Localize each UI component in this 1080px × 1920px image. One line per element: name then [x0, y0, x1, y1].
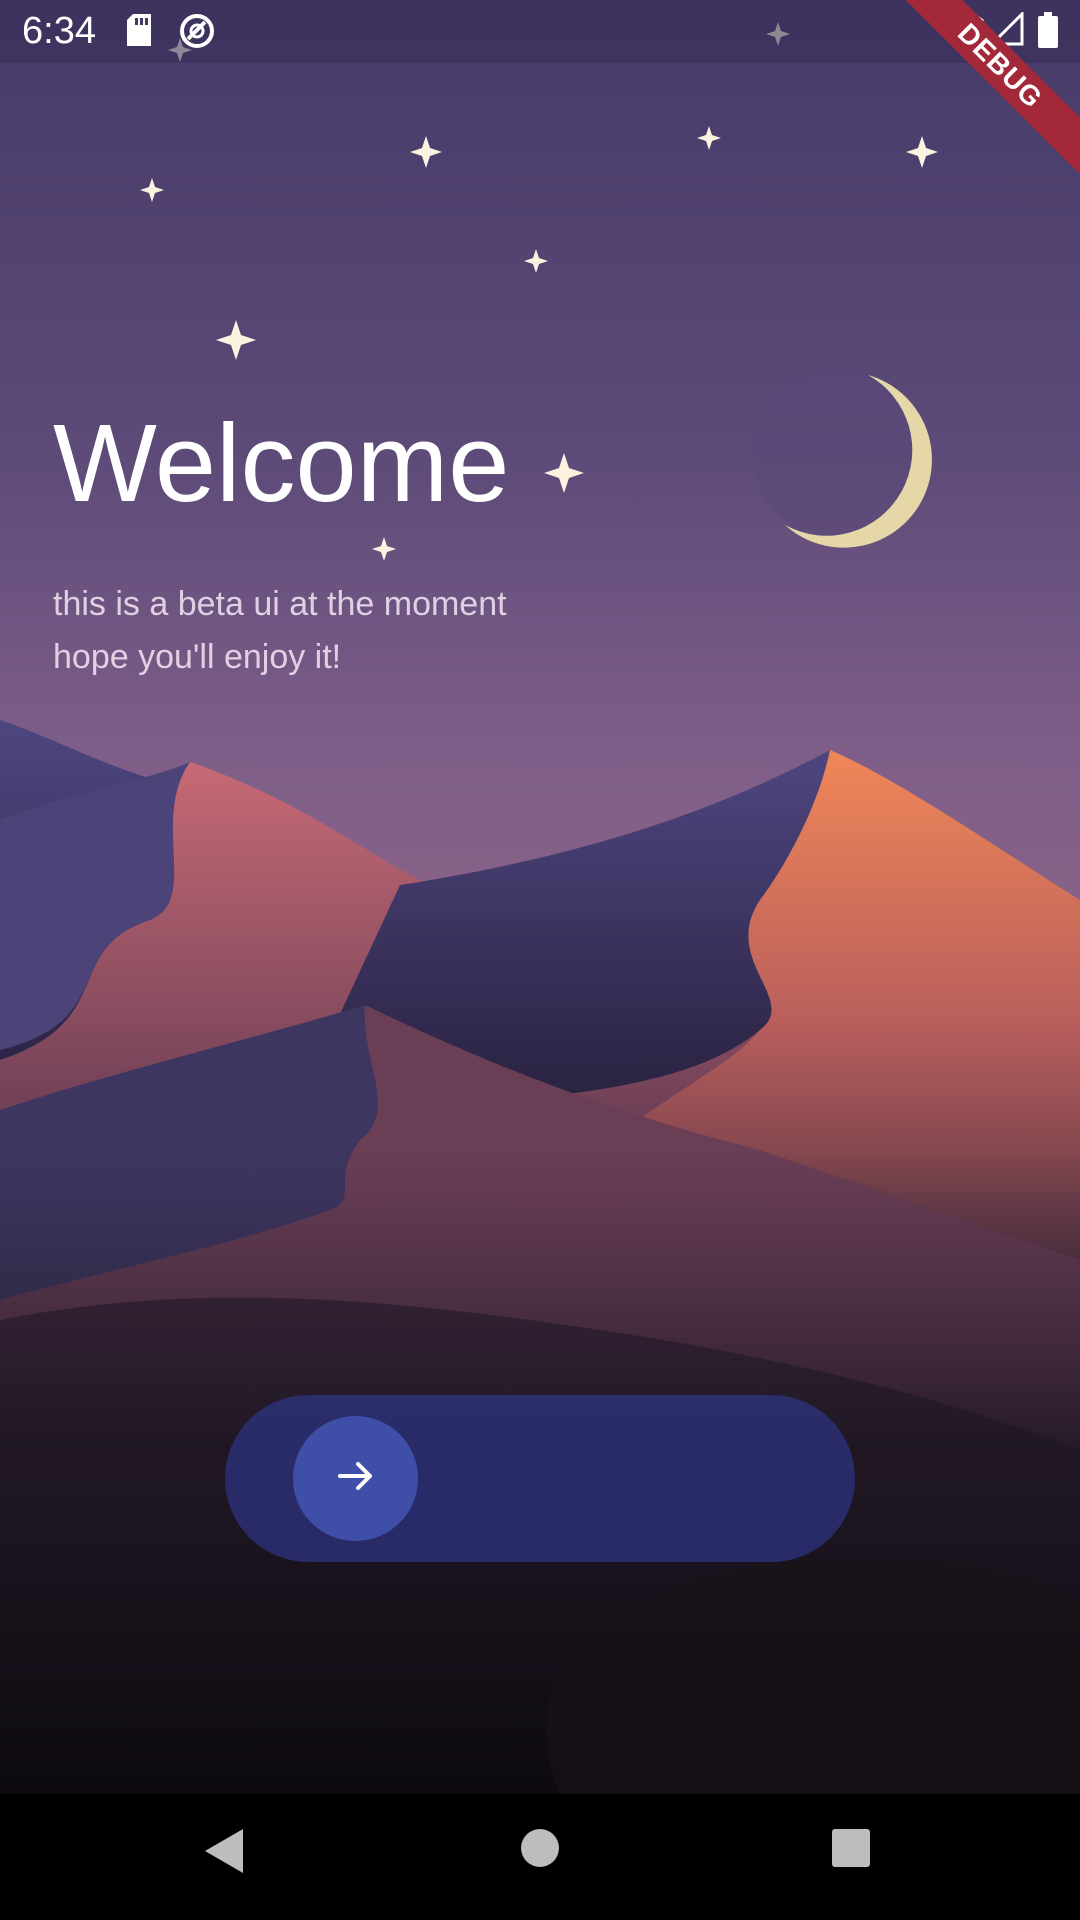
battery-icon: [1038, 12, 1058, 53]
home-icon[interactable]: [519, 1827, 561, 1874]
welcome-subtitle: this is a beta ui at the moment hope you…: [53, 578, 507, 684]
swipe-slider-knob[interactable]: [293, 1416, 418, 1541]
screen: 6:34 DEBUG Welcome this is a beta ui at …: [0, 0, 1080, 1920]
sync-icon: [178, 12, 216, 55]
swipe-slider-track[interactable]: [225, 1395, 855, 1562]
subtitle-line-1: this is a beta ui at the moment: [53, 585, 507, 623]
arrow-right-icon: [336, 1459, 376, 1498]
recents-icon[interactable]: [830, 1827, 872, 1874]
back-icon[interactable]: [203, 1827, 245, 1880]
navigation-bar: [0, 1794, 1080, 1920]
welcome-title: Welcome: [53, 402, 510, 525]
status-time: 6:34: [22, 10, 96, 52]
subtitle-line-2: hope you'll enjoy it!: [53, 638, 342, 676]
sd-card-icon: [125, 12, 153, 53]
